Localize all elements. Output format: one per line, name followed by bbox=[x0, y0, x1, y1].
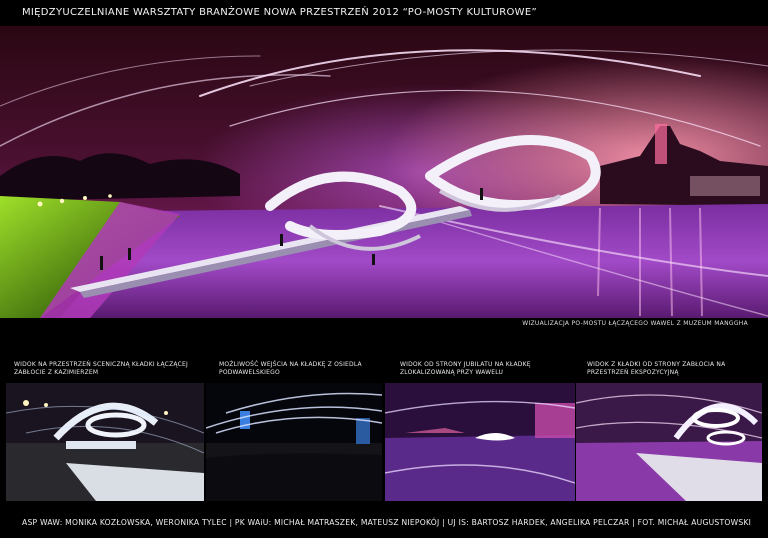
thumbnail-image-3 bbox=[385, 383, 575, 501]
thumbnail-caption-4: WIDOK Z KŁADKI OD STRONY ZABŁOCIA NA PRZ… bbox=[587, 361, 726, 376]
credits: ASP WAW: MONIKA KOZŁOWSKA, WERONIKA TYLE… bbox=[22, 518, 752, 527]
thumbnail-image-4 bbox=[576, 383, 762, 501]
thumbnail-image-1 bbox=[6, 383, 204, 501]
thumbnail-image-2 bbox=[206, 383, 382, 501]
hero-visualization bbox=[0, 26, 768, 318]
thumbnail-caption-2: MOŻLIWOŚĆ WEJŚCIA NA KŁADKĘ Z OSIEDLA PO… bbox=[219, 361, 362, 376]
thumbnail-caption-1: WIDOK NA PRZESTRZEŃ SCENICZNĄ KŁADKI ŁĄC… bbox=[14, 361, 188, 376]
hero-caption: WIZUALIZACJA PO-MOSTU ŁĄCZĄCEGO WAWEL Z … bbox=[522, 320, 748, 327]
poster-title: MIĘDZYUCZELNIANE WARSZTATY BRANŻOWE NOWA… bbox=[22, 7, 537, 18]
thumbnail-caption-3: WIDOK OD STRONY JUBILATU NA KŁADKĘ ZLOKA… bbox=[400, 361, 531, 376]
